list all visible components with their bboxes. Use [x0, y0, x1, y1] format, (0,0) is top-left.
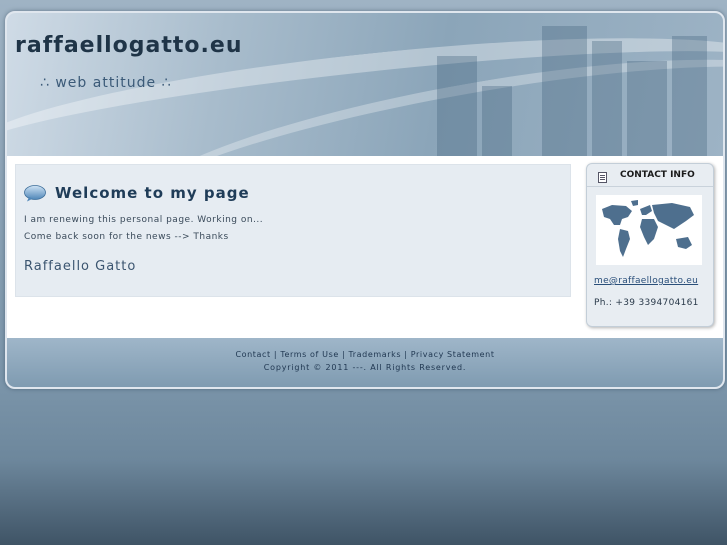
- site-title[interactable]: raffaellogatto.eu: [15, 33, 242, 58]
- skyline-building: [437, 56, 477, 156]
- footer-link-contact[interactable]: Contact: [235, 350, 270, 359]
- speech-bubble-icon: [24, 185, 46, 202]
- skyline-building: [542, 26, 587, 156]
- footer-links: Contact | Terms of Use | Trademarks | Pr…: [7, 350, 723, 359]
- skyline-building: [672, 36, 707, 156]
- footer-separator: |: [401, 350, 411, 359]
- signature: Raffaello Gatto: [24, 259, 137, 274]
- body-text-line: Come back soon for the news --> Thanks: [24, 232, 229, 242]
- contact-info-card: CONTACT INFO me@raffaellogatto.eu Ph.: +…: [586, 163, 714, 327]
- contact-card-header: CONTACT INFO: [587, 164, 713, 187]
- site-tagline: ∴ web attitude ∴: [40, 75, 172, 91]
- page-frame: raffaellogatto.eu ∴ web attitude ∴ Welco…: [5, 11, 725, 389]
- skyline-building: [627, 61, 667, 156]
- world-map-image: [596, 195, 702, 265]
- footer-link-terms[interactable]: Terms of Use: [280, 350, 339, 359]
- welcome-heading: Welcome to my page: [55, 184, 250, 202]
- skyline-building: [592, 41, 622, 156]
- footer-separator: |: [270, 350, 281, 359]
- header-banner: raffaellogatto.eu ∴ web attitude ∴: [7, 13, 723, 156]
- copyright-notice: Copyright © 2011 ---. All Rights Reserve…: [263, 363, 467, 372]
- skyline-building: [482, 86, 512, 156]
- footer: Contact | Terms of Use | Trademarks | Pr…: [7, 338, 723, 387]
- email-link[interactable]: me@raffaellogatto.eu: [594, 276, 698, 286]
- footer-link-privacy[interactable]: Privacy Statement: [411, 350, 495, 359]
- body-text-line: I am renewing this personal page. Workin…: [24, 215, 264, 225]
- welcome-panel: Welcome to my page I am renewing this pe…: [15, 164, 571, 297]
- phone-number: Ph.: +39 3394704161: [594, 298, 699, 308]
- footer-link-trademarks[interactable]: Trademarks: [348, 350, 401, 359]
- document-icon: [598, 172, 607, 183]
- contact-card-title: CONTACT INFO: [620, 170, 695, 180]
